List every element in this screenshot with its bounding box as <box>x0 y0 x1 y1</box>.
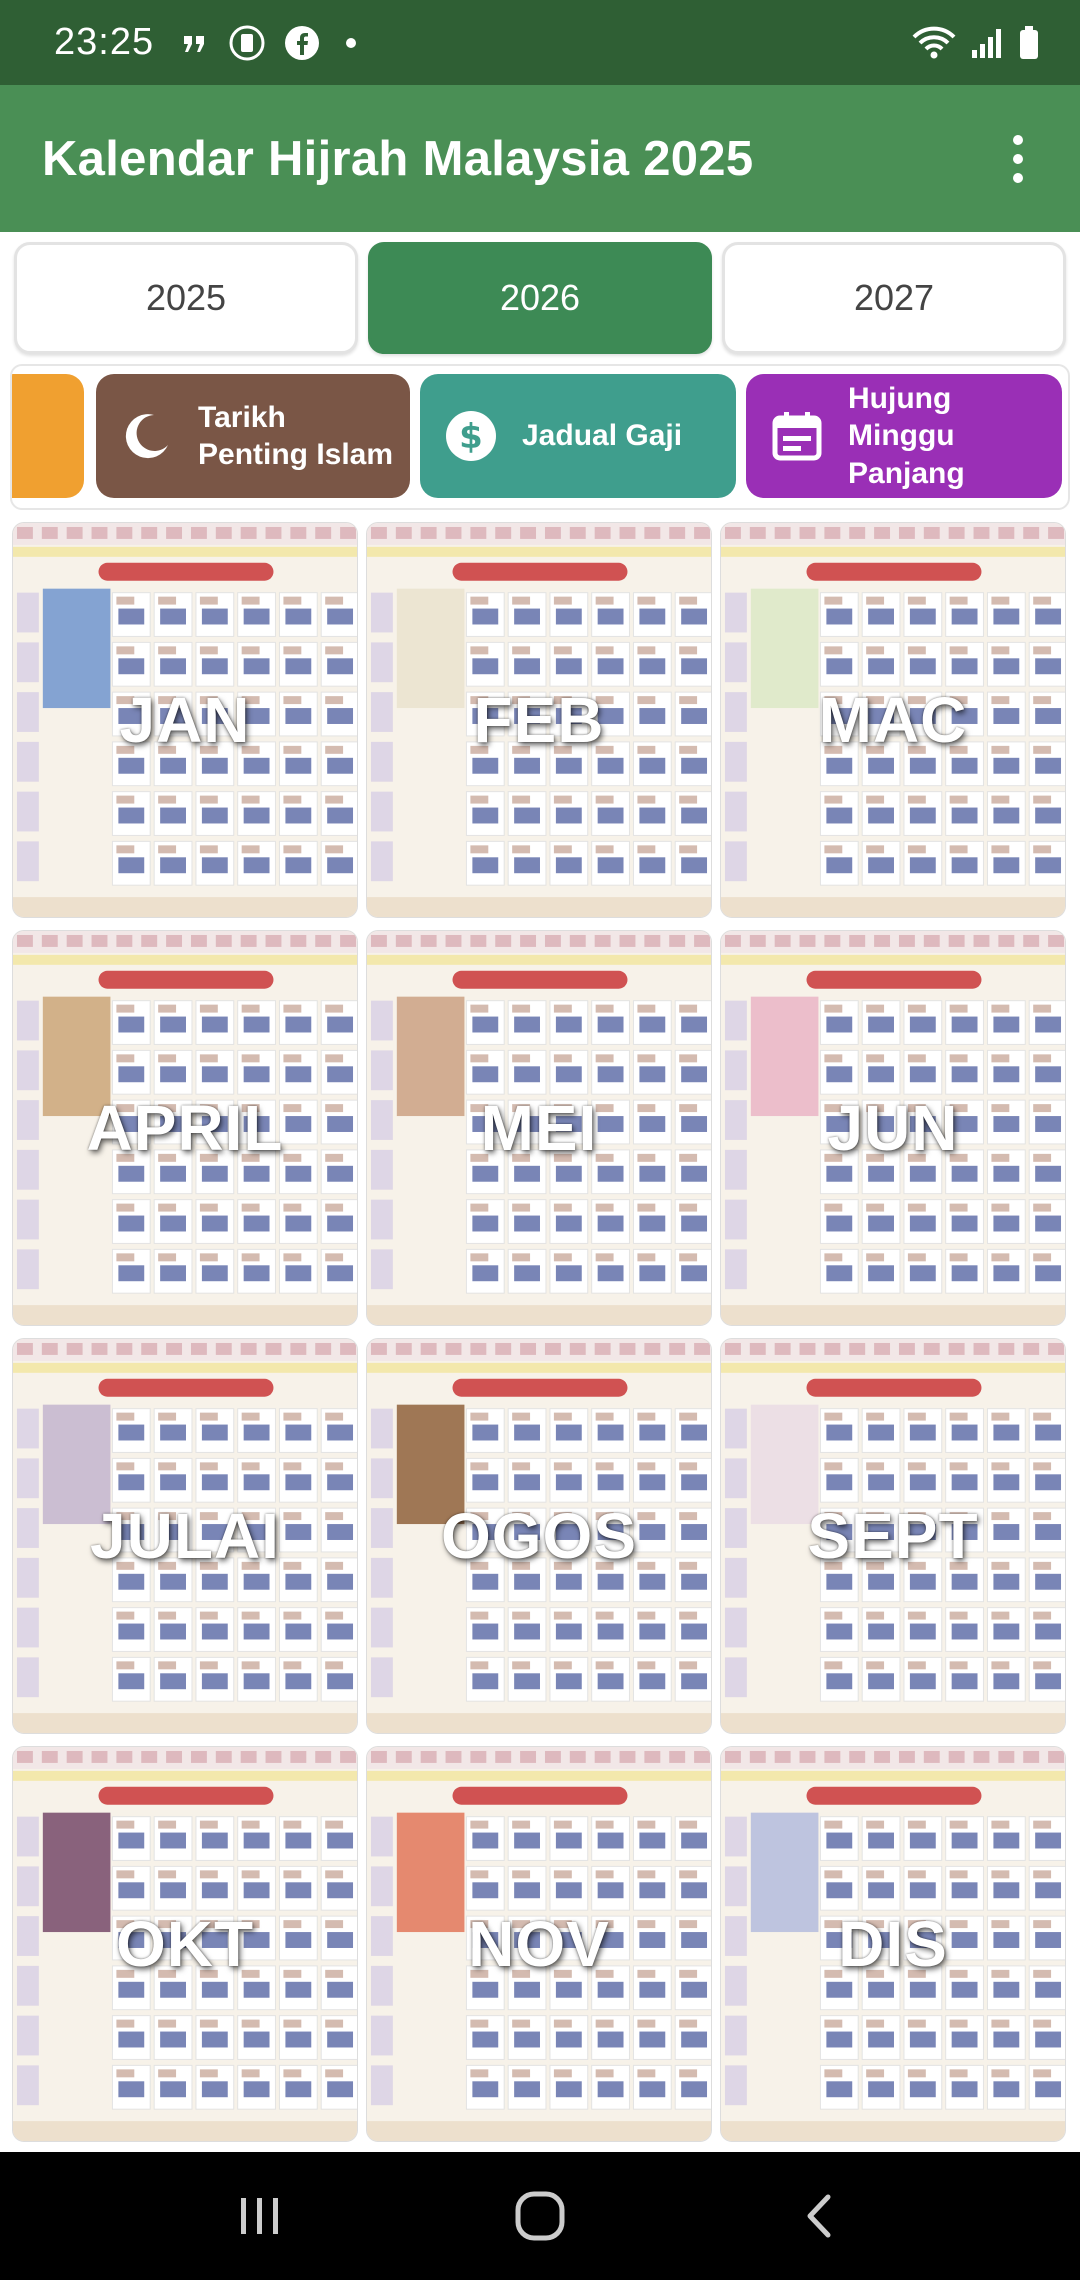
app-badge-icon <box>228 24 266 62</box>
tab-2026[interactable]: 2026 <box>368 242 712 354</box>
crescent-moon-icon <box>125 414 168 459</box>
battery-icon <box>1018 25 1040 61</box>
dollar-icon: $ <box>446 411 496 461</box>
shortcut-label: Hujung Minggu Panjang <box>848 381 965 490</box>
month-tile-jun[interactable]: JUN <box>720 930 1066 1326</box>
calendar-icon <box>772 412 822 461</box>
recent-apps-icon[interactable] <box>225 2181 295 2251</box>
facebook-icon <box>284 25 320 61</box>
month-label: JUN <box>827 1092 959 1164</box>
shortcut-label: Jadual Gaji <box>522 419 683 453</box>
shortcut-partial[interactable] <box>12 374 84 498</box>
month-tile-ogos[interactable]: OGOS <box>366 1338 712 1734</box>
signal-icon <box>970 26 1004 60</box>
month-tile-feb[interactable]: FEB <box>366 522 712 918</box>
home-icon[interactable] <box>505 2181 575 2251</box>
month-label: DIS <box>838 1908 948 1980</box>
month-tile-mei[interactable]: MEI <box>366 930 712 1326</box>
shortcut-tarikh-penting-islam[interactable]: Tarikh Penting Islam <box>96 374 410 498</box>
month-label: JAN <box>119 684 251 756</box>
year-tabs: 2025 2026 2027 <box>0 242 1080 354</box>
status-time: 23:25 <box>54 21 155 63</box>
month-tile-dis[interactable]: DIS <box>720 1746 1066 2142</box>
tab-2027[interactable]: 2027 <box>722 242 1066 354</box>
month-label: NOV <box>468 1908 610 1980</box>
system-nav-bar <box>0 2152 1080 2280</box>
month-tile-sept[interactable]: SEPT <box>720 1338 1066 1734</box>
month-tile-okt[interactable]: OKT <box>12 1746 358 2142</box>
month-label: OKT <box>115 1908 255 1980</box>
month-label: APRIL <box>86 1092 284 1164</box>
month-tile-nov[interactable]: NOV <box>366 1746 712 2142</box>
shortcut-row: Tarikh Penting Islam $ Jadual Gaji Hujun… <box>10 364 1070 510</box>
dot-icon <box>346 37 357 48</box>
more-vert-icon[interactable] <box>998 129 1038 189</box>
month-label: MAC <box>818 684 968 756</box>
tab-2025[interactable]: 2025 <box>14 242 358 354</box>
month-tile-jan[interactable]: JAN <box>12 522 358 918</box>
shortcut-label: Tarikh Penting Islam <box>198 400 394 472</box>
month-label: JULAI <box>90 1500 280 1572</box>
month-grid: JAN FEB MAC APRIL MEI JUN JULAI OGOS SEP… <box>12 522 1068 2142</box>
quote-icon <box>180 28 210 58</box>
shortcut-jadual-gaji[interactable]: $ Jadual Gaji <box>420 374 736 498</box>
app-bar: Kalendar Hijrah Malaysia 2025 <box>0 85 1080 232</box>
app-title: Kalendar Hijrah Malaysia 2025 <box>42 131 754 186</box>
month-tile-april[interactable]: APRIL <box>12 930 358 1326</box>
month-tile-julai[interactable]: JULAI <box>12 1338 358 1734</box>
back-icon[interactable] <box>785 2181 855 2251</box>
month-label: MEI <box>480 1092 598 1164</box>
shortcut-hujung-minggu-panjang[interactable]: Hujung Minggu Panjang <box>746 374 1062 498</box>
month-label: OGOS <box>440 1500 638 1572</box>
month-label: SEPT <box>807 1500 979 1572</box>
svg-text:$: $ <box>459 417 483 457</box>
month-tile-mac[interactable]: MAC <box>720 522 1066 918</box>
month-label: FEB <box>473 684 605 756</box>
status-bar: 23:25 <box>0 0 1080 85</box>
wifi-icon <box>912 25 956 61</box>
